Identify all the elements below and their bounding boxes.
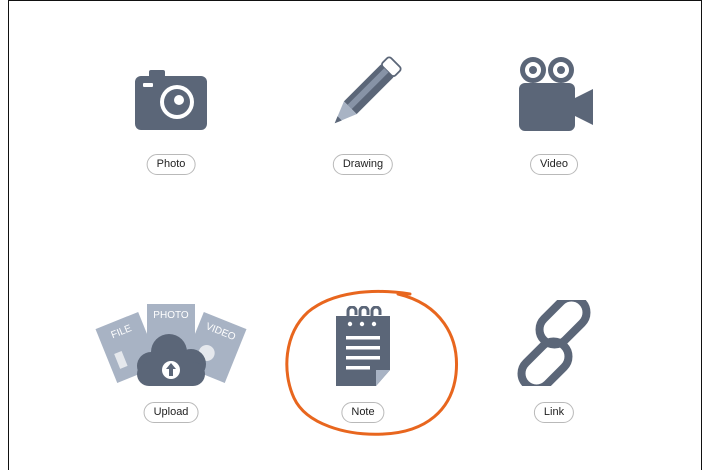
upload-label: Upload [143, 402, 199, 423]
upload-cloud-icon: FILE VIDEO PHOTO [91, 300, 251, 392]
video-option[interactable]: Video [474, 55, 634, 180]
video-camera-icon [474, 55, 634, 135]
pencil-icon [283, 55, 443, 137]
link-option[interactable]: Link [474, 300, 634, 424]
link-label: Link [533, 402, 575, 423]
upload-option[interactable]: FILE VIDEO PHOTO Upload [91, 300, 251, 424]
photo-label: Photo [146, 154, 196, 175]
video-label: Video [530, 154, 578, 175]
photo-option[interactable]: Photo [91, 60, 251, 180]
annotation-circle [285, 289, 458, 436]
photo-tag: PHOTO [153, 310, 189, 321]
chain-link-icon [474, 300, 634, 386]
drawing-option[interactable]: Drawing [283, 55, 443, 180]
camera-icon [91, 68, 251, 134]
drawing-label: Drawing [332, 154, 394, 175]
